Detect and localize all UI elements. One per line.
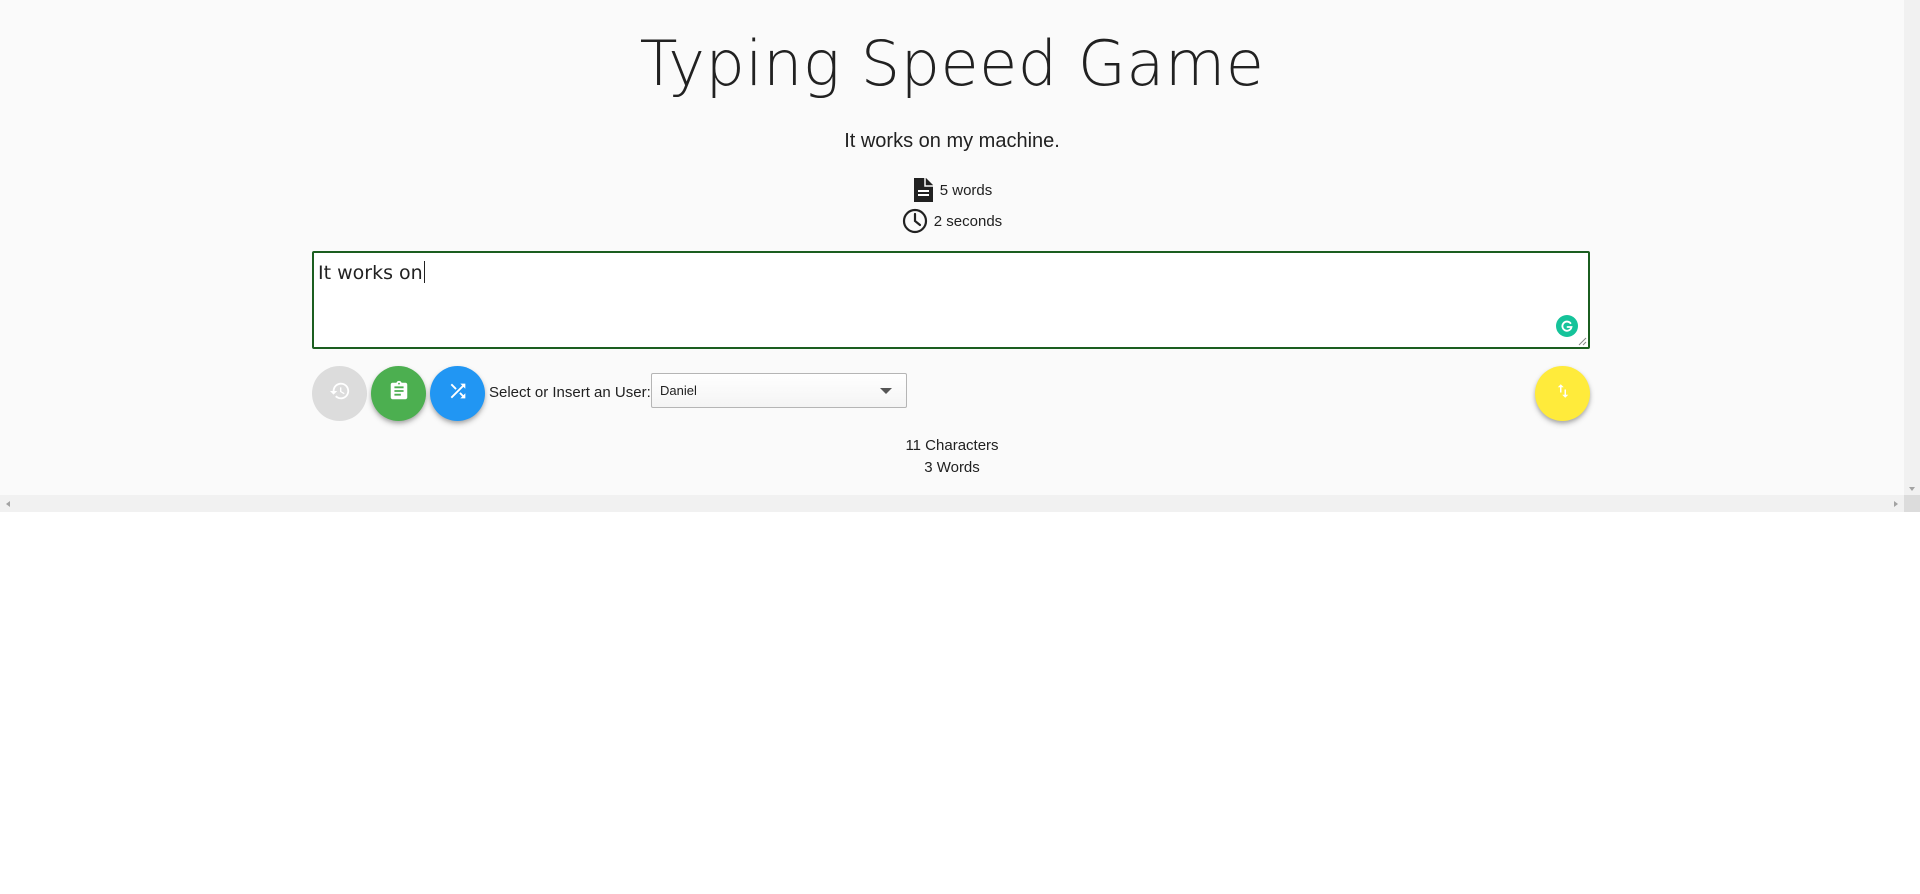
scroll-down-arrow-icon[interactable]: [1909, 487, 1915, 491]
shuffle-icon: [447, 380, 469, 407]
grammarly-icon[interactable]: [1556, 315, 1578, 337]
clock-icon: [902, 208, 928, 234]
swap-vertical-icon: [1554, 382, 1572, 405]
horizontal-scrollbar[interactable]: [0, 495, 1904, 512]
chevron-down-icon: [880, 388, 892, 394]
text-caret: [423, 261, 425, 283]
page-title: Typing Speed Game: [639, 27, 1265, 100]
swap-button[interactable]: [1535, 366, 1590, 421]
shuffle-button[interactable]: [430, 366, 485, 421]
user-select-label: Select or Insert an User:: [489, 384, 651, 401]
vertical-scrollbar[interactable]: [1904, 0, 1920, 495]
typed-text: It works on: [318, 261, 425, 284]
scrollbar-corner: [1904, 495, 1920, 512]
history-button[interactable]: [312, 366, 367, 421]
user-select-dropdown[interactable]: Daniel: [651, 373, 907, 408]
scroll-left-arrow-icon[interactable]: [6, 501, 10, 507]
word-count-label: 5 words: [939, 181, 993, 199]
time-label: 2 seconds: [933, 212, 1003, 230]
clipboard-icon: [388, 380, 410, 407]
browser-viewport: Typing Speed Game It works on my machine…: [0, 0, 1920, 512]
document-icon: [912, 177, 934, 203]
target-sentence: It works on my machine.: [844, 130, 1060, 152]
history-icon: [329, 380, 351, 407]
scroll-right-arrow-icon[interactable]: [1894, 501, 1898, 507]
typed-word-count: 3 Words: [924, 459, 980, 476]
word-count-stat: 5 words: [0, 176, 1904, 204]
paste-button[interactable]: [371, 366, 426, 421]
time-stat: 2 seconds: [0, 207, 1904, 235]
character-count: 11 Characters: [905, 437, 999, 454]
user-select-value: Daniel: [660, 383, 697, 398]
page-content: Typing Speed Game It works on my machine…: [0, 0, 1904, 495]
resize-handle-icon[interactable]: [1578, 337, 1587, 346]
typing-input[interactable]: It works on: [312, 251, 1590, 349]
